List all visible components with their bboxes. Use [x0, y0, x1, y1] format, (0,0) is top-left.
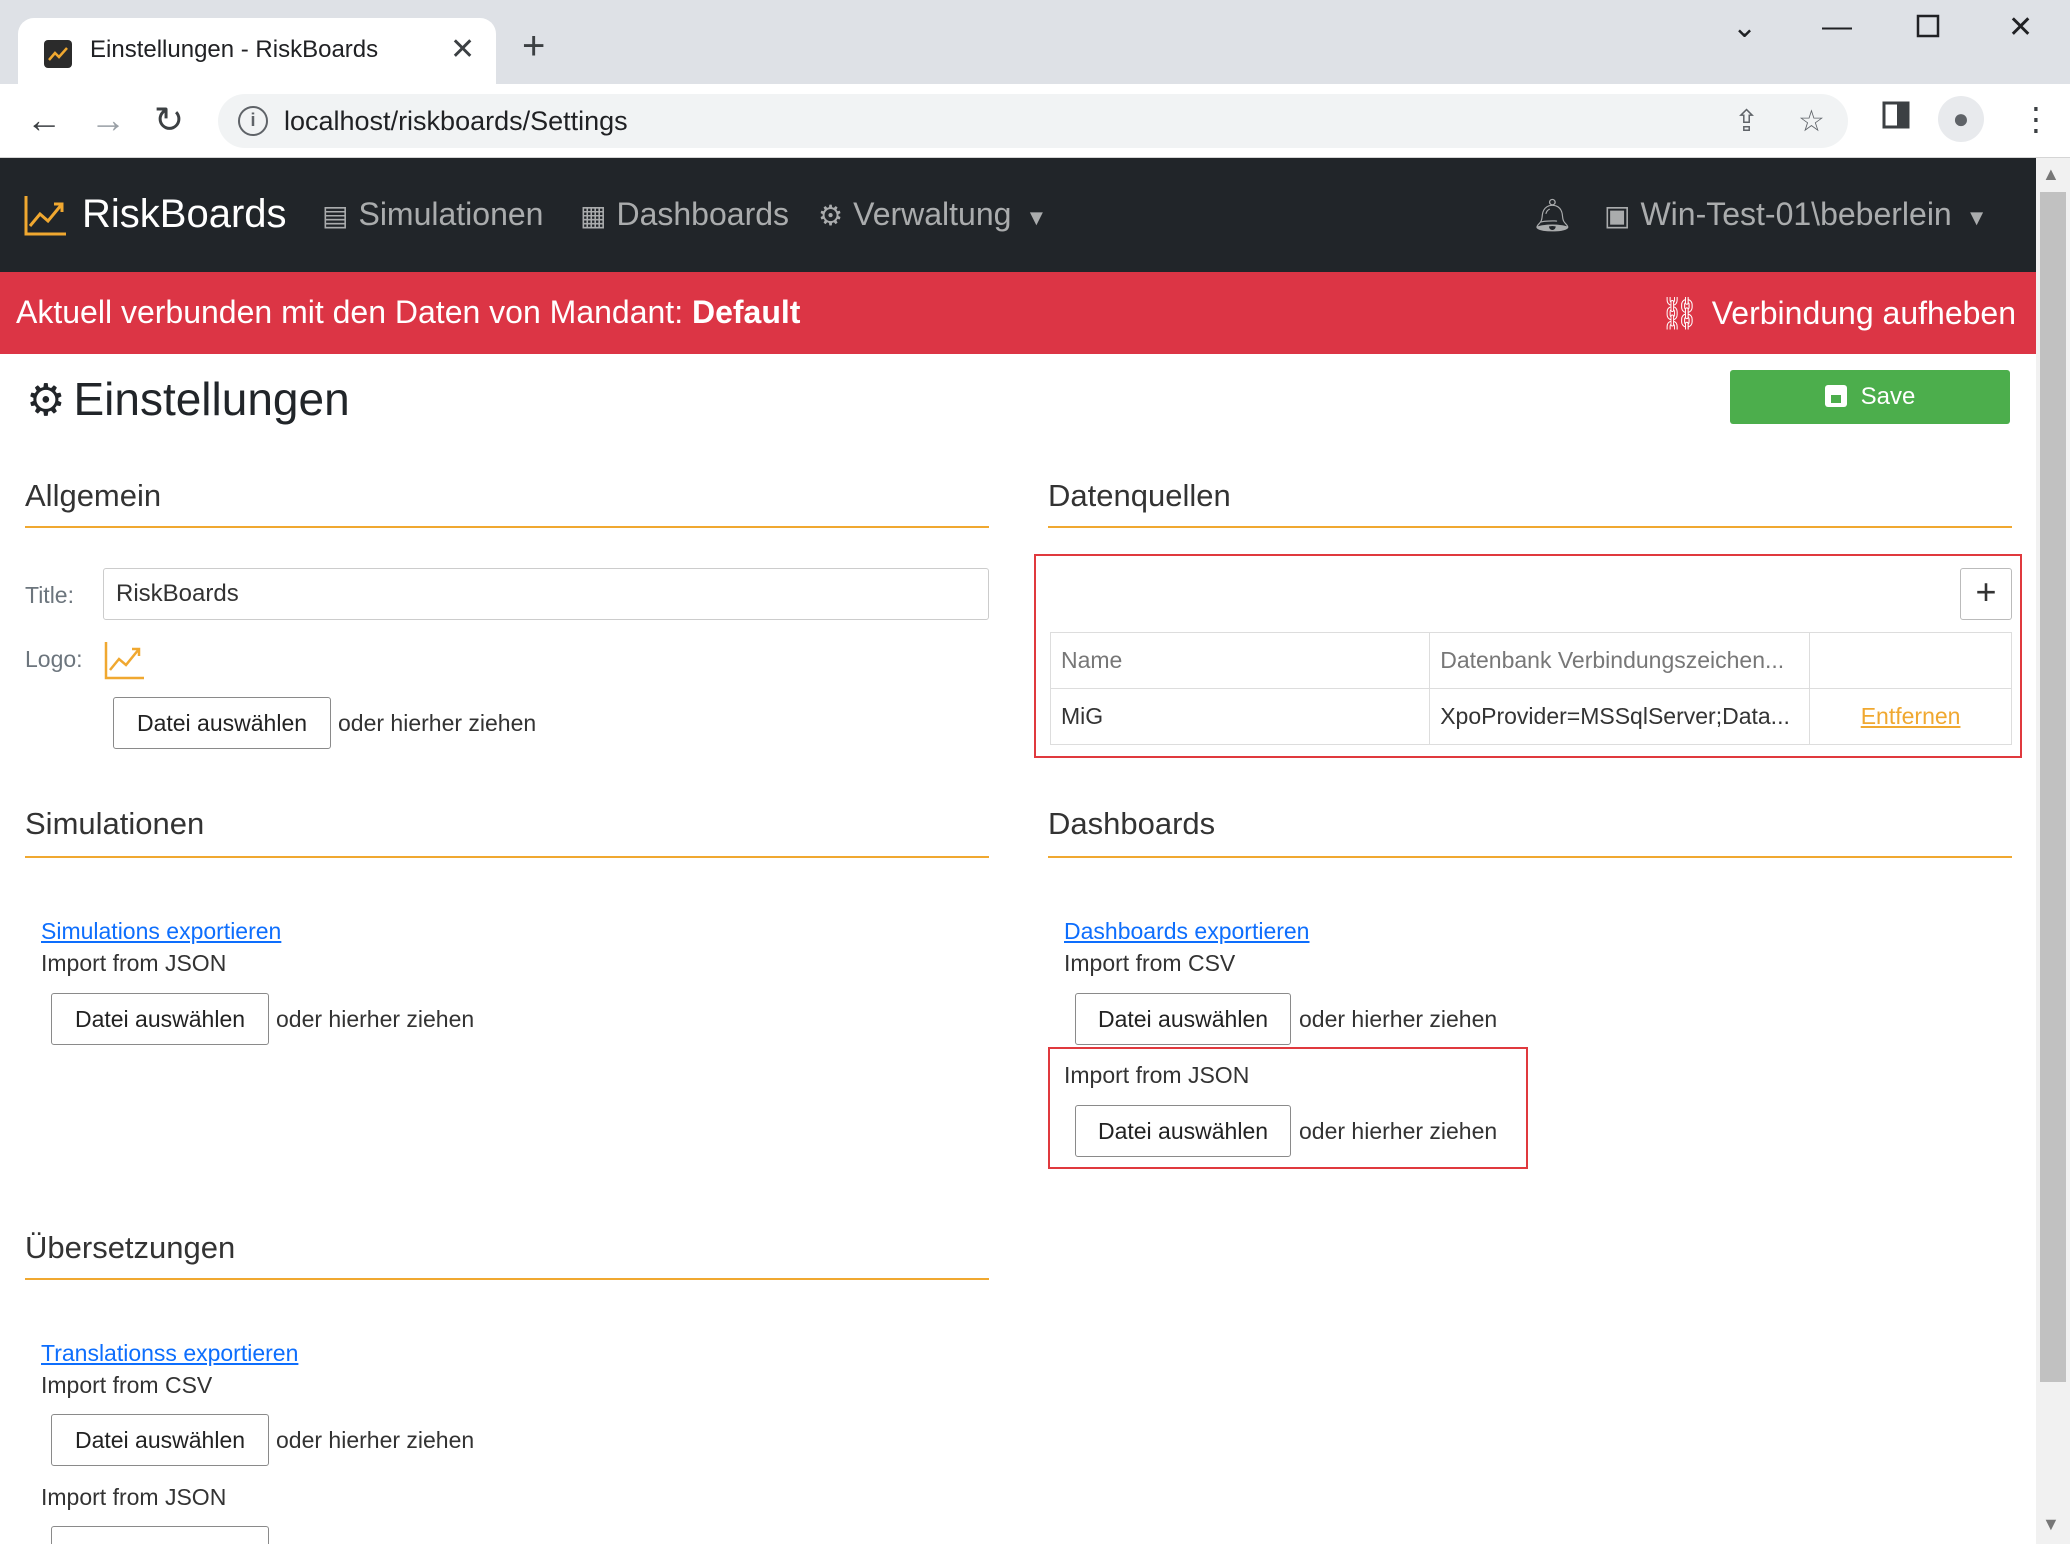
translations-csv-drop-text: oder hierher ziehen	[276, 1427, 475, 1453]
highlight-box-datasources	[1034, 554, 2022, 758]
scrollbar-thumb[interactable]	[2040, 192, 2066, 1382]
minimize-icon[interactable]: —	[1822, 10, 1852, 44]
export-translations-link[interactable]: Translationss exportieren	[41, 1340, 298, 1367]
caret-down-icon: ▼	[1025, 205, 1048, 230]
gear-icon: ⚙	[26, 376, 66, 425]
caret-down-icon: ▼	[1965, 205, 1988, 230]
tab-title: Einstellungen - RiskBoards	[90, 36, 379, 63]
title-input[interactable]	[103, 568, 989, 620]
user-card-icon: ▣	[1604, 200, 1631, 231]
browser-menu-icon[interactable]: ⋮	[2020, 100, 2052, 138]
forward-icon[interactable]: →	[90, 100, 126, 140]
translations-csv-file-button[interactable]: Datei auswählen	[51, 1414, 269, 1466]
nav-dashboards[interactable]: ▦ Dashboards	[580, 196, 789, 233]
dashboard-grid-icon: ▦	[580, 200, 607, 231]
disconnect-label: Verbindung aufheben	[1711, 295, 2016, 331]
user-name: Win-Test-01\beberlein	[1640, 196, 1952, 232]
nav-simulationen-label: Simulationen	[358, 196, 544, 232]
banner-label: Aktuell verbunden mit den Daten von Mand…	[16, 294, 684, 330]
save-label: Save	[1860, 383, 1916, 410]
page-title-text: Einstellungen	[73, 373, 350, 425]
dashboards-csv-file-button[interactable]: Datei auswählen	[1075, 993, 1291, 1045]
tenant-banner: Aktuell verbunden mit den Daten von Mand…	[0, 272, 2036, 354]
logo-file-button[interactable]: Datei auswählen	[113, 697, 331, 749]
brand-name[interactable]: RiskBoards	[82, 192, 287, 237]
user-menu[interactable]: ▣ Win-Test-01\beberlein ▼	[1604, 196, 1988, 233]
disconnect-link[interactable]: ⛓︎ Verbindung aufheben	[1659, 294, 2016, 332]
section-uebersetzungen-title: Übersetzungen	[25, 1230, 236, 1265]
maximize-icon[interactable]	[1916, 12, 1940, 46]
app-navbar: RiskBoards ▤ Simulationen ▦ Dashboards ⚙ Ve…	[0, 158, 2036, 272]
logo-drop-text: oder hierher ziehen	[338, 710, 537, 736]
site-info-icon[interactable]: i	[238, 106, 268, 136]
bookmark-star-icon[interactable]: ☆	[1798, 104, 1825, 139]
section-divider	[1048, 526, 2012, 528]
tenant-banner-text: Aktuell verbunden mit den Daten von Mand…	[16, 294, 800, 331]
profile-avatar-icon[interactable]: ●	[1938, 96, 1984, 142]
export-dashboards-link[interactable]: Dashboards exportieren	[1064, 918, 1309, 945]
brand-logo-icon[interactable]	[24, 194, 68, 241]
tab-search-icon[interactable]: ⌄	[1732, 10, 1757, 45]
import-json-label: Import from JSON	[41, 1484, 227, 1510]
close-tab-icon[interactable]: ✕	[450, 32, 475, 67]
highlight-box-json-import	[1048, 1047, 1528, 1169]
scroll-up-icon[interactable]: ▲	[2042, 164, 2060, 185]
logo-preview-icon	[104, 640, 146, 685]
simulations-drop-text: oder hierher ziehen	[276, 1006, 475, 1032]
section-datenquellen-title: Datenquellen	[1048, 478, 1231, 513]
dashboards-csv-drop-text: oder hierher ziehen	[1299, 1006, 1498, 1032]
tenant-name: Default	[691, 294, 801, 330]
url-text: localhost/riskboards/Settings	[284, 106, 628, 136]
import-csv-label: Import from CSV	[41, 1372, 213, 1398]
translations-json-file-button[interactable]	[51, 1526, 269, 1544]
reload-icon[interactable]: ↻	[154, 100, 184, 140]
browser-tab[interactable]: Einstellungen - RiskBoards ✕	[18, 18, 496, 84]
nav-dashboards-label: Dashboards	[616, 196, 790, 232]
section-divider	[25, 856, 989, 858]
page-title: ⚙ Einstellungen	[26, 372, 350, 426]
share-icon[interactable]: ⇪	[1734, 104, 1759, 139]
nav-verwaltung-label: Verwaltung	[853, 196, 1012, 232]
unlink-icon: ⛓︎	[1659, 295, 1700, 331]
simulations-file-button[interactable]: Datei auswählen	[51, 993, 269, 1045]
back-icon[interactable]: ←	[26, 100, 62, 140]
gear-icon: ⚙	[818, 200, 844, 231]
browser-tab-bar: Einstellungen - RiskBoards ✕ + ⌄ — ✕	[0, 0, 2070, 84]
favicon-icon	[44, 40, 72, 68]
section-simulationen-title: Simulationen	[25, 806, 205, 841]
logo-label: Logo:	[25, 646, 83, 672]
nav-verwaltung[interactable]: ⚙ Verwaltung ▼	[818, 196, 1047, 233]
section-divider	[25, 1278, 989, 1280]
nav-simulationen[interactable]: ▤ Simulationen	[322, 196, 543, 233]
address-bar: ← → ↻ i localhost/riskboards/Settings ⇪ …	[0, 84, 2070, 158]
side-panel-icon[interactable]	[1882, 100, 1910, 137]
section-divider	[1048, 856, 2012, 858]
floppy-disk-icon	[1824, 385, 1847, 407]
export-simulations-link[interactable]: Simulations exportieren	[41, 918, 281, 945]
save-button[interactable]: Save	[1730, 370, 2010, 424]
import-json-label: Import from JSON	[41, 950, 227, 976]
database-icon: ▤	[322, 200, 349, 231]
section-allgemein-title: Allgemein	[25, 478, 162, 513]
section-dashboards-title: Dashboards	[1048, 806, 1216, 841]
section-divider	[25, 526, 989, 528]
new-tab-icon[interactable]: +	[522, 26, 545, 66]
import-csv-label: Import from CSV	[1064, 950, 1236, 976]
scroll-down-icon[interactable]: ▼	[2042, 1514, 2060, 1535]
close-window-icon[interactable]: ✕	[2008, 10, 2033, 45]
url-field[interactable]: i localhost/riskboards/Settings ⇪ ☆	[218, 94, 1848, 148]
bell-icon[interactable]: 🔔︎	[1532, 196, 1573, 234]
title-label: Title:	[25, 582, 74, 608]
